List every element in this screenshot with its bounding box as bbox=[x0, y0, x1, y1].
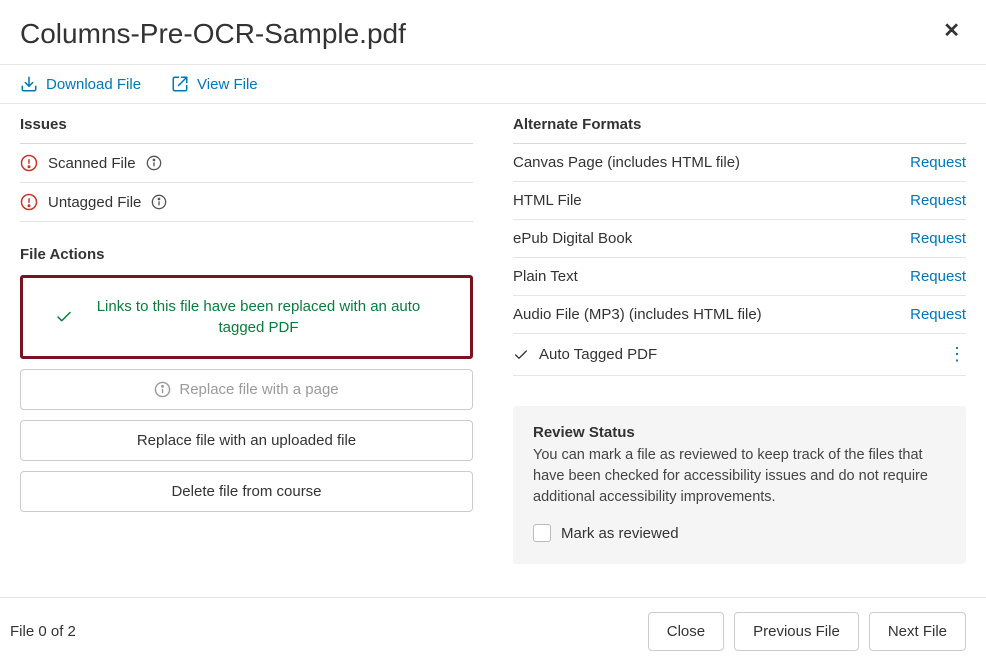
checkmark-icon bbox=[513, 347, 529, 363]
dialog-content: Issues Scanned File Untagged File File A… bbox=[0, 104, 986, 597]
mark-reviewed-checkbox[interactable] bbox=[533, 524, 551, 542]
issue-label: Scanned File bbox=[48, 155, 136, 172]
view-file-link[interactable]: View File bbox=[171, 75, 258, 93]
alert-icon bbox=[20, 154, 38, 172]
issue-untagged-file[interactable]: Untagged File bbox=[20, 183, 473, 222]
alt-format-audio: Audio File (MP3) (includes HTML ﬁle) Req… bbox=[513, 296, 966, 334]
alt-format-canvas-page: Canvas Page (includes HTML ﬁle) Request bbox=[513, 144, 966, 182]
previous-file-label: Previous File bbox=[753, 623, 840, 640]
left-column: Issues Scanned File Untagged File File A… bbox=[20, 116, 473, 597]
footer-buttons: Close Previous File Next File bbox=[648, 612, 966, 651]
download-file-label: Download File bbox=[46, 76, 141, 93]
file-toolbar: Download File View File bbox=[0, 65, 986, 104]
alert-icon bbox=[20, 193, 38, 211]
checkmark-icon bbox=[55, 308, 73, 326]
alt-format-html-file: HTML File Request bbox=[513, 182, 966, 220]
alt-format-epub: ePub Digital Book Request bbox=[513, 220, 966, 258]
file-actions-heading: File Actions bbox=[20, 246, 473, 263]
delete-file-label: Delete file from course bbox=[171, 483, 321, 500]
request-link[interactable]: Request bbox=[910, 306, 966, 323]
issue-label: Untagged File bbox=[48, 194, 141, 211]
alt-format-label: HTML File bbox=[513, 192, 582, 209]
review-status-box: Review Status You can mark a ﬁle as revi… bbox=[513, 406, 966, 564]
dialog-footer: File 0 of 2 Close Previous File Next Fil… bbox=[0, 597, 986, 663]
download-icon bbox=[20, 75, 38, 93]
info-icon bbox=[154, 381, 171, 398]
alt-format-label: Plain Text bbox=[513, 268, 578, 285]
alt-format-label: Audio File (MP3) (includes HTML ﬁle) bbox=[513, 306, 762, 323]
replace-with-upload-button[interactable]: Replace file with an uploaded file bbox=[20, 420, 473, 461]
request-link[interactable]: Request bbox=[910, 230, 966, 247]
info-icon[interactable] bbox=[146, 155, 162, 171]
view-file-icon bbox=[171, 75, 189, 93]
mark-reviewed-label: Mark as reviewed bbox=[561, 525, 679, 542]
review-status-body: You can mark a ﬁle as reviewed to keep t… bbox=[533, 445, 946, 508]
alt-format-plain-text: Plain Text Request bbox=[513, 258, 966, 296]
review-status-heading: Review Status bbox=[533, 424, 946, 441]
close-button-label: Close bbox=[667, 623, 705, 640]
dialog-header: Columns-Pre-OCR-Sample.pdf ✕ bbox=[0, 0, 986, 65]
close-icon[interactable]: ✕ bbox=[937, 18, 966, 43]
mark-reviewed-row[interactable]: Mark as reviewed bbox=[533, 524, 946, 542]
right-column: Alternate Formats Canvas Page (includes … bbox=[513, 116, 966, 597]
alt-format-auto-tagged-pdf: Auto Tagged PDF ⋮ bbox=[513, 334, 966, 376]
delete-file-button[interactable]: Delete file from course bbox=[20, 471, 473, 512]
replace-with-page-label: Replace file with a page bbox=[179, 381, 338, 398]
download-file-link[interactable]: Download File bbox=[20, 75, 141, 93]
success-message-text: Links to this file have been replaced wi… bbox=[79, 296, 439, 338]
file-pager-label: File 0 of 2 bbox=[10, 623, 76, 640]
close-button[interactable]: Close bbox=[648, 612, 724, 651]
page-title: Columns-Pre-OCR-Sample.pdf bbox=[20, 18, 406, 50]
more-options-icon[interactable]: ⋮ bbox=[948, 344, 966, 365]
request-link[interactable]: Request bbox=[910, 192, 966, 209]
alternate-formats-heading: Alternate Formats bbox=[513, 116, 966, 144]
request-link[interactable]: Request bbox=[910, 154, 966, 171]
info-icon[interactable] bbox=[151, 194, 167, 210]
replace-with-upload-label: Replace file with an uploaded file bbox=[137, 432, 356, 449]
alt-format-label: Auto Tagged PDF bbox=[539, 346, 657, 363]
success-message-box: Links to this file have been replaced wi… bbox=[20, 275, 473, 359]
request-link[interactable]: Request bbox=[910, 268, 966, 285]
issues-heading: Issues bbox=[20, 116, 473, 144]
next-file-button[interactable]: Next File bbox=[869, 612, 966, 651]
next-file-label: Next File bbox=[888, 623, 947, 640]
issue-scanned-file[interactable]: Scanned File bbox=[20, 144, 473, 183]
previous-file-button[interactable]: Previous File bbox=[734, 612, 859, 651]
alt-format-label: ePub Digital Book bbox=[513, 230, 632, 247]
alt-format-label: Canvas Page (includes HTML ﬁle) bbox=[513, 154, 740, 171]
view-file-label: View File bbox=[197, 76, 258, 93]
replace-with-page-button: Replace file with a page bbox=[20, 369, 473, 410]
